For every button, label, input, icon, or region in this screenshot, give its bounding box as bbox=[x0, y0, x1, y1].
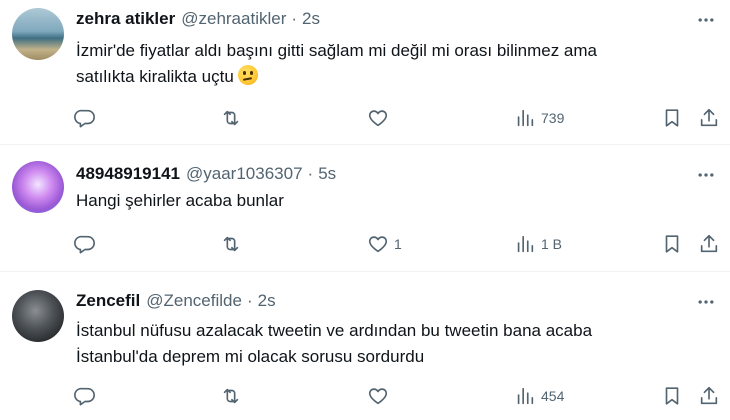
tweet-header: zehra atikler @zehraatikler · 2s bbox=[76, 8, 320, 30]
share-button[interactable] bbox=[698, 384, 720, 408]
like-button[interactable] bbox=[367, 384, 394, 408]
more-icon[interactable] bbox=[696, 292, 716, 312]
bookmark-button[interactable] bbox=[661, 232, 683, 256]
timestamp[interactable]: 2s bbox=[258, 291, 276, 311]
author-name[interactable]: 48948919141 bbox=[76, 164, 180, 184]
views-icon bbox=[517, 109, 534, 127]
heart-icon bbox=[368, 236, 388, 253]
action-bar: 739 bbox=[0, 106, 730, 130]
share-icon bbox=[700, 234, 718, 253]
bookmark-icon bbox=[665, 235, 679, 253]
bookmark-button[interactable] bbox=[661, 106, 683, 130]
tweet-text-line: İstanbul nüfusu azalacak tweetin ve ardı… bbox=[76, 321, 593, 340]
view-count: 454 bbox=[541, 388, 565, 404]
author-handle[interactable]: @Zencefilde bbox=[146, 291, 242, 311]
avatar[interactable] bbox=[12, 290, 64, 342]
reply-icon bbox=[74, 109, 95, 128]
separator-dot: · bbox=[246, 291, 253, 310]
separator-dot: · bbox=[307, 164, 314, 183]
author-handle[interactable]: @yaar1036307 bbox=[186, 164, 303, 184]
tweet-text-line: İstanbul'da deprem mi olacak sorusu sord… bbox=[76, 347, 425, 366]
bookmark-icon bbox=[665, 109, 679, 127]
tweet-text: İstanbul nüfusu azalacak tweetin ve ardı… bbox=[76, 318, 716, 370]
separator-dot: · bbox=[291, 9, 298, 28]
like-count: 1 bbox=[394, 236, 402, 252]
timestamp[interactable]: 5s bbox=[318, 164, 336, 184]
share-button[interactable] bbox=[698, 232, 720, 256]
avatar[interactable] bbox=[12, 161, 64, 213]
bookmark-button[interactable] bbox=[661, 384, 683, 408]
tweet-text-line: Hangi şehirler acaba bunlar bbox=[76, 191, 284, 210]
retweet-icon bbox=[223, 110, 239, 126]
action-bar: 1 1 B bbox=[0, 232, 730, 256]
bookmark-icon bbox=[665, 387, 679, 405]
reply-button[interactable] bbox=[74, 106, 101, 130]
retweet-icon bbox=[223, 236, 239, 252]
views-icon bbox=[517, 387, 534, 405]
tweet-text: Hangi şehirler acaba bunlar bbox=[76, 188, 716, 214]
share-icon bbox=[700, 386, 718, 405]
views-button[interactable]: 739 bbox=[514, 106, 564, 130]
avatar[interactable] bbox=[12, 8, 64, 60]
like-button[interactable]: 1 bbox=[367, 232, 402, 256]
tweet-text-line: satılıkta kiralikta uçtu bbox=[76, 64, 716, 90]
author-name[interactable]: zehra atikler bbox=[76, 9, 175, 29]
share-icon bbox=[700, 108, 718, 127]
retweet-button[interactable] bbox=[220, 106, 247, 130]
tweet-header: Zencefil @Zencefilde · 2s bbox=[76, 290, 276, 312]
view-count: 739 bbox=[541, 110, 565, 126]
reply-icon bbox=[74, 235, 95, 254]
share-button[interactable] bbox=[698, 106, 720, 130]
thinking-face-emoji bbox=[237, 65, 258, 85]
reply-button[interactable] bbox=[74, 232, 101, 256]
tweet-header: 48948919141 @yaar1036307 · 5s bbox=[76, 163, 336, 185]
timestamp[interactable]: 2s bbox=[302, 9, 320, 29]
tweet-text-line: İzmir'de fiyatlar aldı başını gitti sağl… bbox=[76, 41, 597, 60]
like-button[interactable] bbox=[367, 106, 394, 130]
more-icon[interactable] bbox=[696, 10, 716, 30]
reply-button[interactable] bbox=[74, 384, 101, 408]
more-icon[interactable] bbox=[696, 165, 716, 185]
tweet-text-line-content: satılıkta kiralikta uçtu bbox=[76, 67, 234, 86]
retweet-button[interactable] bbox=[220, 232, 247, 256]
heart-icon bbox=[368, 110, 388, 127]
author-handle[interactable]: @zehraatikler bbox=[181, 9, 286, 29]
author-name[interactable]: Zencefil bbox=[76, 291, 140, 311]
view-count: 1 B bbox=[541, 236, 563, 252]
retweet-button[interactable] bbox=[220, 384, 247, 408]
heart-icon bbox=[368, 388, 388, 405]
action-bar: 454 bbox=[0, 384, 730, 408]
views-icon bbox=[517, 235, 534, 253]
views-button[interactable]: 454 bbox=[514, 384, 564, 408]
reply-icon bbox=[74, 387, 95, 406]
retweet-icon bbox=[223, 388, 239, 404]
views-button[interactable]: 1 B bbox=[514, 232, 562, 256]
tweet-text: İzmir'de fiyatlar aldı başını gitti sağl… bbox=[76, 38, 716, 90]
